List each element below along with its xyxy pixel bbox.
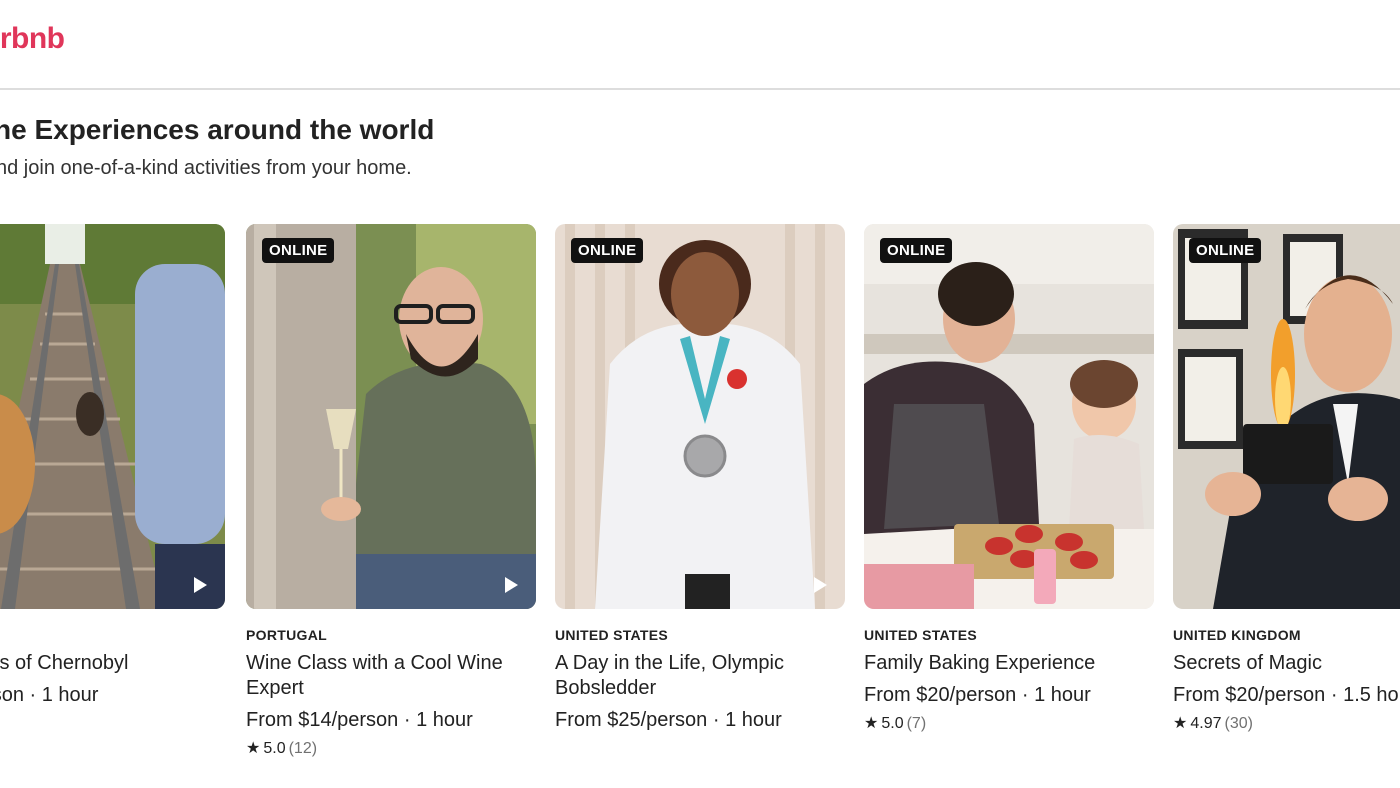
rating-value: 4.97 — [1190, 715, 1222, 732]
rating-value: 5.0 — [881, 715, 904, 732]
star-icon: ★ — [864, 715, 879, 732]
card-country: UNITED KINGDOM — [1173, 627, 1301, 643]
rating-count: (12) — [288, 740, 318, 757]
page-title: ne Experiences around the world — [0, 114, 435, 145]
card-title[interactable]: Secrets of Magic — [1173, 651, 1400, 676]
experience-carousel: NE E he Dogs of Chernobyl 35/person · 1 … — [0, 224, 1400, 784]
rating-count: (7) — [906, 715, 927, 732]
experience-photo[interactable]: ONLINE — [246, 224, 536, 609]
card-price: From $20/person · 1 hour — [864, 684, 1091, 706]
play-icon[interactable] — [194, 577, 207, 593]
airbnb-logo[interactable]: irbnb — [0, 22, 65, 56]
star-icon: ★ — [1173, 715, 1188, 732]
experience-photo[interactable]: ONLINE — [555, 224, 845, 609]
card-country: E — [0, 627, 225, 643]
experience-card[interactable]: ONLINE PORTUGAL Wine Class with a Cool W… — [246, 224, 536, 758]
online-badge: ONLINE — [1189, 238, 1262, 263]
card-rating: ★ 5.0 (12) — [246, 738, 536, 758]
top-bar: irbnb — [0, 0, 1400, 90]
experience-card[interactable]: ONLINE UNITED STATES Family Baking Exper… — [864, 224, 1154, 733]
rating-value: 5.0 — [263, 740, 286, 757]
card-rating: ★ 5.0 (7) — [864, 713, 1154, 733]
card-title[interactable]: Family Baking Experience — [864, 651, 1144, 676]
card-price: From $25/person · 1 hour — [555, 709, 782, 731]
experience-card[interactable]: ONLINE UNITED KINGDOM Secrets of Magic F… — [1173, 224, 1400, 733]
card-title[interactable]: A Day in the Life, Olympic Bobsledder — [555, 651, 835, 701]
online-badge: ONLINE — [571, 238, 644, 263]
experience-photo[interactable]: NE — [0, 224, 225, 609]
card-price: 35/person · 1 hour — [0, 684, 99, 706]
experience-card[interactable]: ONLINE UNITED STATES A Day in the Life, … — [555, 224, 845, 732]
card-title[interactable]: he Dogs of Chernobyl — [0, 651, 215, 676]
card-price: From $20/person · 1.5 ho — [1173, 684, 1399, 706]
play-icon[interactable] — [814, 577, 827, 593]
star-icon: ★ — [246, 740, 261, 757]
experience-photo[interactable]: ONLINE — [864, 224, 1154, 609]
card-rating: ) — [0, 713, 225, 731]
card-price: From $14/person · 1 hour — [246, 709, 473, 731]
experience-card[interactable]: NE E he Dogs of Chernobyl 35/person · 1 … — [0, 224, 225, 731]
card-country: PORTUGAL — [246, 627, 327, 643]
card-rating: ★ 4.97 (30) — [1173, 713, 1400, 733]
card-country: UNITED STATES — [555, 627, 669, 643]
card-country: UNITED STATES — [864, 627, 978, 643]
card-title[interactable]: Wine Class with a Cool Wine Expert — [246, 651, 526, 701]
online-badge: ONLINE — [880, 238, 953, 263]
rating-count: (30) — [1224, 715, 1253, 732]
play-icon[interactable] — [505, 577, 518, 593]
online-badge: ONLINE — [262, 238, 335, 263]
page-subtitle: nd join one-of-a-kind activities from yo… — [0, 157, 412, 179]
experience-photo[interactable]: ONLINE — [1173, 224, 1400, 609]
